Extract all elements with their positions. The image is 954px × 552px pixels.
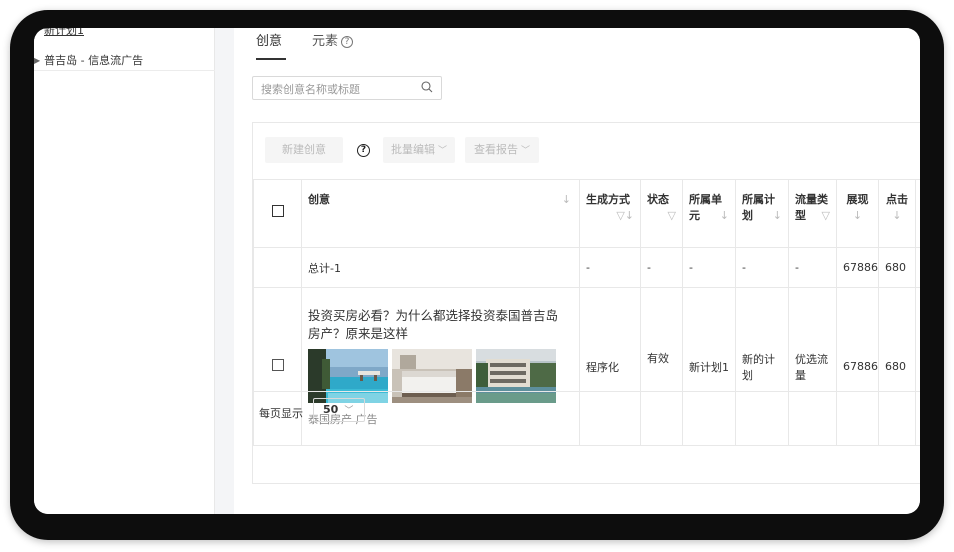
page-size-select[interactable]: 50 ﹀ — [313, 398, 365, 422]
filter-icon[interactable]: ▽ — [668, 208, 676, 224]
view-report-button[interactable]: 查看报告 ﹀ — [465, 137, 539, 163]
sidebar: 新计划1 ▶ 普吉岛 - 信息流广告 — [34, 28, 215, 514]
total-unit: - — [682, 247, 736, 288]
screen: 新计划1 ▶ 普吉岛 - 信息流广告 创意 元素? 搜索创意名称或标题 新建创意 … — [34, 28, 920, 514]
column-header-idea[interactable]: 创意 ↓ — [301, 179, 580, 248]
idea-title[interactable]: 投资买房必看？为什么都选择投资泰国普吉岛房产？原来是这样 — [308, 307, 558, 343]
column-header-plan[interactable]: 所属计划 ↓ — [735, 179, 789, 248]
total-clicks: 680 — [878, 247, 916, 288]
chevron-down-icon: ﹀ — [344, 406, 354, 416]
sort-icon[interactable]: ↓ — [720, 208, 729, 224]
total-impressions: 67886 — [836, 247, 879, 288]
header-label: 所属单元 — [689, 193, 722, 222]
header-label: 生成方式 — [586, 193, 630, 206]
total-status: - — [640, 247, 683, 288]
column-header-method[interactable]: 生成方式 ▽↓ — [579, 179, 641, 248]
tab-label: 元素 — [312, 34, 339, 49]
chevron-down-icon: ﹀ — [437, 146, 447, 156]
header-label: 状态 — [647, 193, 669, 206]
header-label: 所属计划 — [742, 193, 775, 222]
sidebar-item-label: 普吉岛 - 信息流广告 — [44, 54, 144, 67]
new-idea-button[interactable]: 新建创意 — [265, 137, 343, 163]
total-row: 总计-1 - - - - - 67886 680 — [253, 247, 920, 288]
total-cb-cell — [253, 247, 302, 288]
tab-active-indicator — [256, 58, 286, 60]
column-header-status[interactable]: 状态 ▽ — [640, 179, 683, 248]
batch-edit-label: 批量编辑 — [390, 143, 435, 156]
chevron-down-icon: ﹀ — [520, 146, 530, 156]
help-circle-icon[interactable]: ? — [357, 144, 370, 157]
sidebar-item-plan[interactable]: 新计划1 — [44, 28, 84, 38]
sort-icon[interactable]: ↓ — [562, 192, 571, 208]
tab-ideas[interactable]: 创意 — [256, 30, 282, 49]
pagination-bar: 每页显示 50 ﹀ — [253, 391, 920, 429]
column-header-clicks[interactable]: 点击 ↓ — [878, 179, 916, 248]
total-plan: - — [735, 247, 789, 288]
total-method: - — [579, 247, 641, 288]
ideas-panel: 新建创意 ? 批量编辑 ﹀ 查看报告 ﹀ 创意 ↓ 生成方式 ▽↓ 状态 ▽ 所属单元 ↓ — [252, 122, 920, 484]
header-label: 展现 — [846, 193, 869, 206]
search-placeholder: 搜索创意名称或标题 — [261, 83, 360, 96]
table-header-row: 创意 ↓ 生成方式 ▽↓ 状态 ▽ 所属单元 ↓ 所属计划 ↓ 流量类型 ▽ 展现 ↓ 点击 ↓ — [253, 179, 920, 248]
column-header-traffic[interactable]: 流量类型 ▽ — [788, 179, 837, 248]
header-label: 创意 — [308, 193, 330, 206]
column-header-overflow — [915, 179, 920, 248]
toolbar: 新建创意 ? 批量编辑 ﹀ 查看报告 ﹀ — [253, 123, 920, 179]
search-icon[interactable] — [421, 81, 433, 93]
sidebar-item-campaign[interactable]: ▶ 普吉岛 - 信息流广告 — [34, 52, 143, 68]
select-all-cell — [253, 179, 302, 248]
batch-edit-button[interactable]: 批量编辑 ﹀ — [383, 137, 455, 163]
select-all-checkbox[interactable] — [271, 205, 284, 217]
overflow-cell — [915, 247, 920, 288]
header-label: 点击 — [886, 193, 908, 206]
filter-sort-icon[interactable]: ▽↓ — [616, 208, 634, 224]
row-checkbox[interactable] — [271, 359, 284, 371]
tab-elements[interactable]: 元素? — [312, 30, 354, 49]
sort-icon[interactable]: ↓ — [892, 209, 901, 222]
main-content: 创意 元素? 搜索创意名称或标题 新建创意 ? 批量编辑 ﹀ 查看报告 ﹀ 创意… — [234, 28, 920, 514]
column-header-unit[interactable]: 所属单元 ↓ — [682, 179, 736, 248]
view-report-label: 查看报告 — [473, 143, 518, 156]
device-frame: 新计划1 ▶ 普吉岛 - 信息流广告 创意 元素? 搜索创意名称或标题 新建创意 … — [10, 10, 944, 540]
total-traffic: - — [788, 247, 837, 288]
sort-icon[interactable]: ↓ — [853, 209, 862, 222]
column-header-impressions[interactable]: 展现 ↓ — [836, 179, 879, 248]
page-size-label: 每页显示 — [259, 407, 303, 420]
divider — [34, 70, 215, 71]
page-size-value: 50 — [323, 403, 339, 416]
help-circle-icon[interactable]: ? — [341, 36, 354, 48]
total-label: 总计-1 — [301, 247, 580, 288]
search-input[interactable]: 搜索创意名称或标题 — [252, 76, 442, 100]
filter-icon[interactable]: ▽ — [822, 208, 830, 224]
sort-icon[interactable]: ↓ — [773, 208, 782, 224]
caret-right-icon: ▶ — [34, 56, 41, 65]
